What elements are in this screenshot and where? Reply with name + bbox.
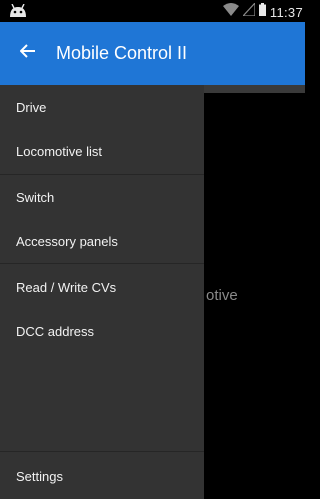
drawer-item-label: Switch xyxy=(16,189,55,205)
android-icon xyxy=(8,3,28,23)
content-header-strip xyxy=(204,85,305,93)
navigation-drawer: Drive Locomotive list Switch Accessory p… xyxy=(0,85,204,499)
action-bar: Mobile Control II xyxy=(0,22,305,85)
app-title: Mobile Control II xyxy=(56,43,188,63)
battery-icon xyxy=(258,3,266,21)
drawer-item-label: Settings xyxy=(16,468,63,484)
drawer-item-accessory-panels[interactable]: Accessory panels xyxy=(0,219,204,263)
obscured-text: otive xyxy=(206,287,238,304)
drawer-item-switch[interactable]: Switch xyxy=(0,175,204,219)
drawer-item-dcc-address[interactable]: DCC address xyxy=(0,309,204,353)
drawer-item-locomotive-list[interactable]: Locomotive list xyxy=(0,129,204,173)
drawer-item-label: Accessory panels xyxy=(16,233,118,249)
drawer-item-label: DCC address xyxy=(16,323,95,339)
drawer-item-label: Locomotive list xyxy=(16,143,102,159)
back-button[interactable] xyxy=(0,22,56,85)
drawer-item-label: Drive xyxy=(16,99,47,115)
drawer-item-label: Read / Write CVs xyxy=(16,279,117,295)
drawer-item-drive[interactable]: Drive xyxy=(0,85,204,129)
divider xyxy=(0,451,204,452)
wifi-icon xyxy=(222,3,239,21)
divider xyxy=(0,263,204,264)
drawer-item-settings[interactable]: Settings xyxy=(0,454,204,498)
signal-icon xyxy=(241,1,256,21)
status-bar: 11:37 xyxy=(0,0,305,22)
status-time: 11:37 xyxy=(269,4,303,20)
drawer-item-read-write-cvs[interactable]: Read / Write CVs xyxy=(0,265,204,309)
back-arrow-icon xyxy=(19,43,36,64)
